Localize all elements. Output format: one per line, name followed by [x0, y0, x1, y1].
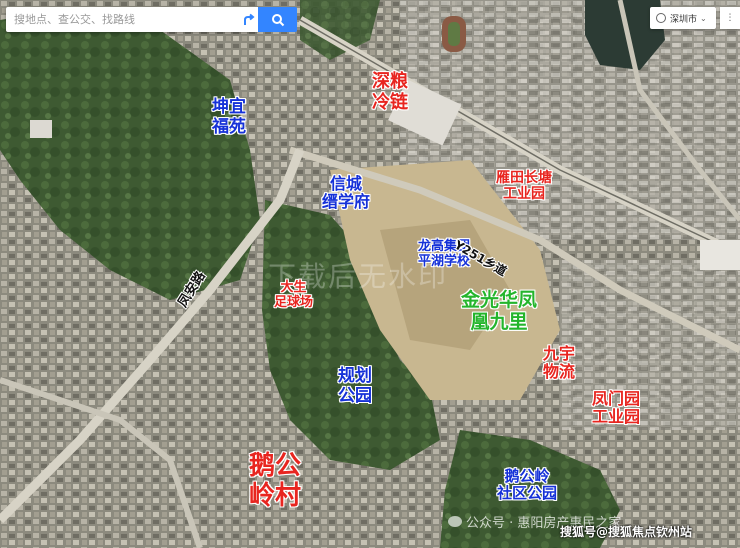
label-dasheng: 大生 足球场	[274, 280, 314, 310]
toolbox-icon: ⋮	[725, 13, 735, 23]
toolbox-button[interactable]: ⋮	[720, 7, 740, 29]
sohu-watermark: 搜狐号@搜狐焦点钦州站	[560, 525, 693, 539]
route-icon	[244, 13, 255, 25]
label-kunyi: 坤宜 福苑	[212, 97, 246, 137]
label-egong-park: 鹅公岭 社区公园	[497, 467, 558, 503]
search-button[interactable]	[258, 7, 297, 32]
search-icon	[271, 13, 284, 26]
label-jinguang: 金光华凤 凰九里	[461, 289, 538, 333]
label-guihua: 规划 公园	[338, 366, 372, 406]
search-input[interactable]	[6, 7, 236, 32]
search-box	[6, 7, 258, 32]
label-fengmen: 凤门园 工业园	[592, 389, 641, 427]
label-yantian: 雁田长塘 工业园	[496, 170, 552, 203]
city-selector[interactable]: 深圳市 ⌄	[650, 7, 716, 29]
label-egong-village: 鹅公 岭村	[249, 451, 302, 511]
wechat-icon	[448, 516, 462, 527]
location-icon	[656, 13, 666, 23]
label-shenliang: 深粮 冷链	[372, 71, 408, 113]
city-label: 深圳市	[670, 14, 698, 25]
label-xincheng: 信城 缙学府	[322, 174, 371, 212]
chevron-down-icon: ⌄	[700, 13, 707, 23]
label-jiuyu: 九宇 物流	[543, 344, 576, 382]
